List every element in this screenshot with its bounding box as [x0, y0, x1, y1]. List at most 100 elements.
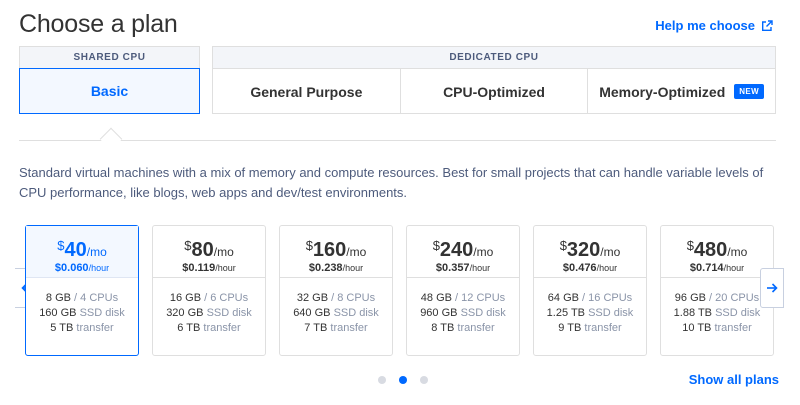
tab-general-purpose[interactable]: General Purpose [213, 69, 401, 114]
spec-memory: 32 GB [296, 292, 329, 304]
plan-price-section: $80/mo $0.119/hour [153, 226, 265, 278]
plan-description: Standard virtual machines with a mix of … [19, 165, 764, 200]
dedicated-cpu-group: Dedicated CPU General Purpose CPU-Optimi… [212, 46, 776, 114]
spec-disk: 1.25 TB SSD disk [534, 306, 646, 321]
spec-transfer: 8 TB transfer [407, 321, 519, 336]
tab-indicator-line [19, 140, 776, 141]
spec-sep: / [578, 292, 589, 304]
spec-cpus: 6 CPUs [210, 292, 249, 304]
spec-transfer-amount: 10 TB [682, 322, 712, 334]
plan-price-section: $240/mo $0.357/hour [407, 226, 519, 278]
spec-transfer-amount: 7 TB [304, 322, 328, 334]
spec-transfer-amount: 6 TB [177, 322, 201, 334]
plan-card[interactable]: $80/mo $0.119/hour 16 GB / 6 CPUs 320 GB SS… [152, 225, 266, 356]
plan-price-section: $40/mo $0.060/hour [26, 226, 138, 278]
price-unit: /mo [346, 245, 367, 259]
spec-sep: / [71, 292, 81, 304]
plan-specs: 32 GB / 8 CPUs 640 GB SSD disk 7 TB transf… [280, 278, 392, 336]
hourly-amount: $0.119 [182, 262, 216, 274]
hourly-amount: $0.060 [54, 262, 89, 274]
plan-specs: 8 GB / 4 CPUs 160 GB SSD disk 5 TB transfe… [26, 278, 138, 336]
tab-cpu-optimized-label: CPU-Optimized [443, 83, 545, 100]
hourly-unit: /hour [723, 263, 745, 273]
hourly-price: $0.060/hour [26, 262, 138, 274]
hourly-price: $0.714/hour [661, 262, 773, 274]
shared-cpu-header: Shared CPU [20, 47, 199, 69]
spec-disk-label: SSD disk [79, 307, 125, 319]
hourly-unit: /hour [88, 263, 110, 273]
spec-memory: 8 GB [45, 292, 71, 304]
tab-memory-optimized[interactable]: Memory-Optimized NEW [588, 69, 775, 114]
monthly-price: $240/mo [407, 236, 519, 262]
price-amount: 160 [312, 239, 347, 261]
spec-sep: / [705, 292, 716, 304]
spec-transfer-label: transfer [584, 322, 622, 334]
spec-transfer: 9 TB transfer [534, 321, 646, 336]
spec-disk-label: SSD disk [715, 307, 761, 319]
plan-card[interactable]: $160/mo $0.238/hour 32 GB / 8 CPUs 640 GB S… [279, 225, 393, 356]
pagination-dot[interactable] [399, 376, 407, 384]
spec-disk-size: 1.88 TB [673, 307, 712, 319]
carousel-next-button[interactable] [760, 268, 784, 308]
spec-disk-label: SSD disk [333, 307, 379, 319]
plan-card[interactable]: $320/mo $0.476/hour 64 GB / 16 CPUs 1.25 TB… [533, 225, 647, 356]
spec-sep: / [451, 292, 462, 304]
currency-symbol: $ [686, 238, 694, 253]
price-amount: 240 [439, 239, 474, 261]
spec-cpus: 16 CPUs [588, 292, 633, 304]
plan-price-section: $320/mo $0.476/hour [534, 226, 646, 278]
tab-memory-optimized-label: Memory-Optimized [599, 83, 726, 100]
plan-specs: 96 GB / 20 CPUs 1.88 TB SSD disk 10 TB tra… [661, 278, 773, 336]
external-link-icon [762, 19, 773, 31]
tab-indicator-notch [99, 127, 123, 151]
spec-disk-size: 960 GB [420, 307, 458, 319]
hourly-price: $0.476/hour [534, 262, 646, 274]
help-me-choose-link[interactable]: Help me choose [655, 18, 773, 33]
price-amount: 80 [191, 239, 214, 261]
dedicated-cpu-header: Dedicated CPU [213, 47, 775, 69]
spec-memory-cpu: 64 GB / 16 CPUs [534, 291, 646, 306]
carousel-pagination [378, 376, 428, 384]
tab-basic-label: Basic [90, 83, 129, 99]
spec-transfer-label: transfer [330, 322, 368, 334]
plan-card[interactable]: $480/mo $0.714/hour 96 GB / 20 CPUs 1.88 TB… [660, 225, 774, 356]
spec-disk-label: SSD disk [588, 307, 634, 319]
pagination-dot[interactable] [420, 376, 428, 384]
hourly-unit: /hour [342, 263, 364, 273]
spec-cpus: 12 CPUs [461, 292, 506, 304]
currency-symbol: $ [559, 238, 567, 253]
price-unit: /mo [473, 245, 494, 259]
spec-disk-size: 160 GB [39, 307, 77, 319]
page-title: Choose a plan [19, 10, 178, 38]
tab-basic[interactable]: Basic [19, 68, 200, 114]
hourly-price: $0.357/hour [407, 262, 519, 274]
hourly-amount: $0.714 [689, 262, 724, 274]
show-all-plans-link[interactable]: Show all plans [689, 372, 779, 387]
spec-memory-cpu: 16 GB / 6 CPUs [153, 291, 265, 306]
spec-sep: / [328, 292, 338, 304]
pagination-dot[interactable] [378, 376, 386, 384]
monthly-price: $320/mo [534, 236, 646, 262]
plan-card[interactable]: $240/mo $0.357/hour 48 GB / 12 CPUs 960 GB … [406, 225, 520, 356]
hourly-amount: $0.238 [308, 262, 343, 274]
price-unit: /mo [213, 245, 234, 259]
spec-transfer-amount: 8 TB [431, 322, 455, 334]
spec-disk: 640 GB SSD disk [280, 306, 392, 321]
tab-cpu-optimized[interactable]: CPU-Optimized [401, 69, 589, 114]
spec-disk: 160 GB SSD disk [26, 306, 138, 321]
shared-cpu-tabs: Basic [19, 68, 200, 114]
spec-memory-cpu: 8 GB / 4 CPUs [26, 291, 138, 306]
spec-disk: 320 GB SSD disk [153, 306, 265, 321]
spec-disk-label: SSD disk [460, 307, 506, 319]
plan-specs: 16 GB / 6 CPUs 320 GB SSD disk 6 TB transf… [153, 278, 265, 336]
plan-card[interactable]: $40/mo $0.060/hour 8 GB / 4 CPUs 160 GB SSD… [25, 225, 139, 356]
currency-symbol: $ [305, 238, 313, 253]
price-amount: 480 [693, 239, 728, 261]
spec-cpus: 4 CPUs [80, 292, 119, 304]
spec-transfer-amount: 9 TB [558, 322, 582, 334]
spec-disk-size: 1.25 TB [546, 307, 585, 319]
spec-transfer: 6 TB transfer [153, 321, 265, 336]
spec-memory: 16 GB [169, 292, 202, 304]
monthly-price: $80/mo [153, 236, 265, 262]
currency-symbol: $ [432, 238, 440, 253]
